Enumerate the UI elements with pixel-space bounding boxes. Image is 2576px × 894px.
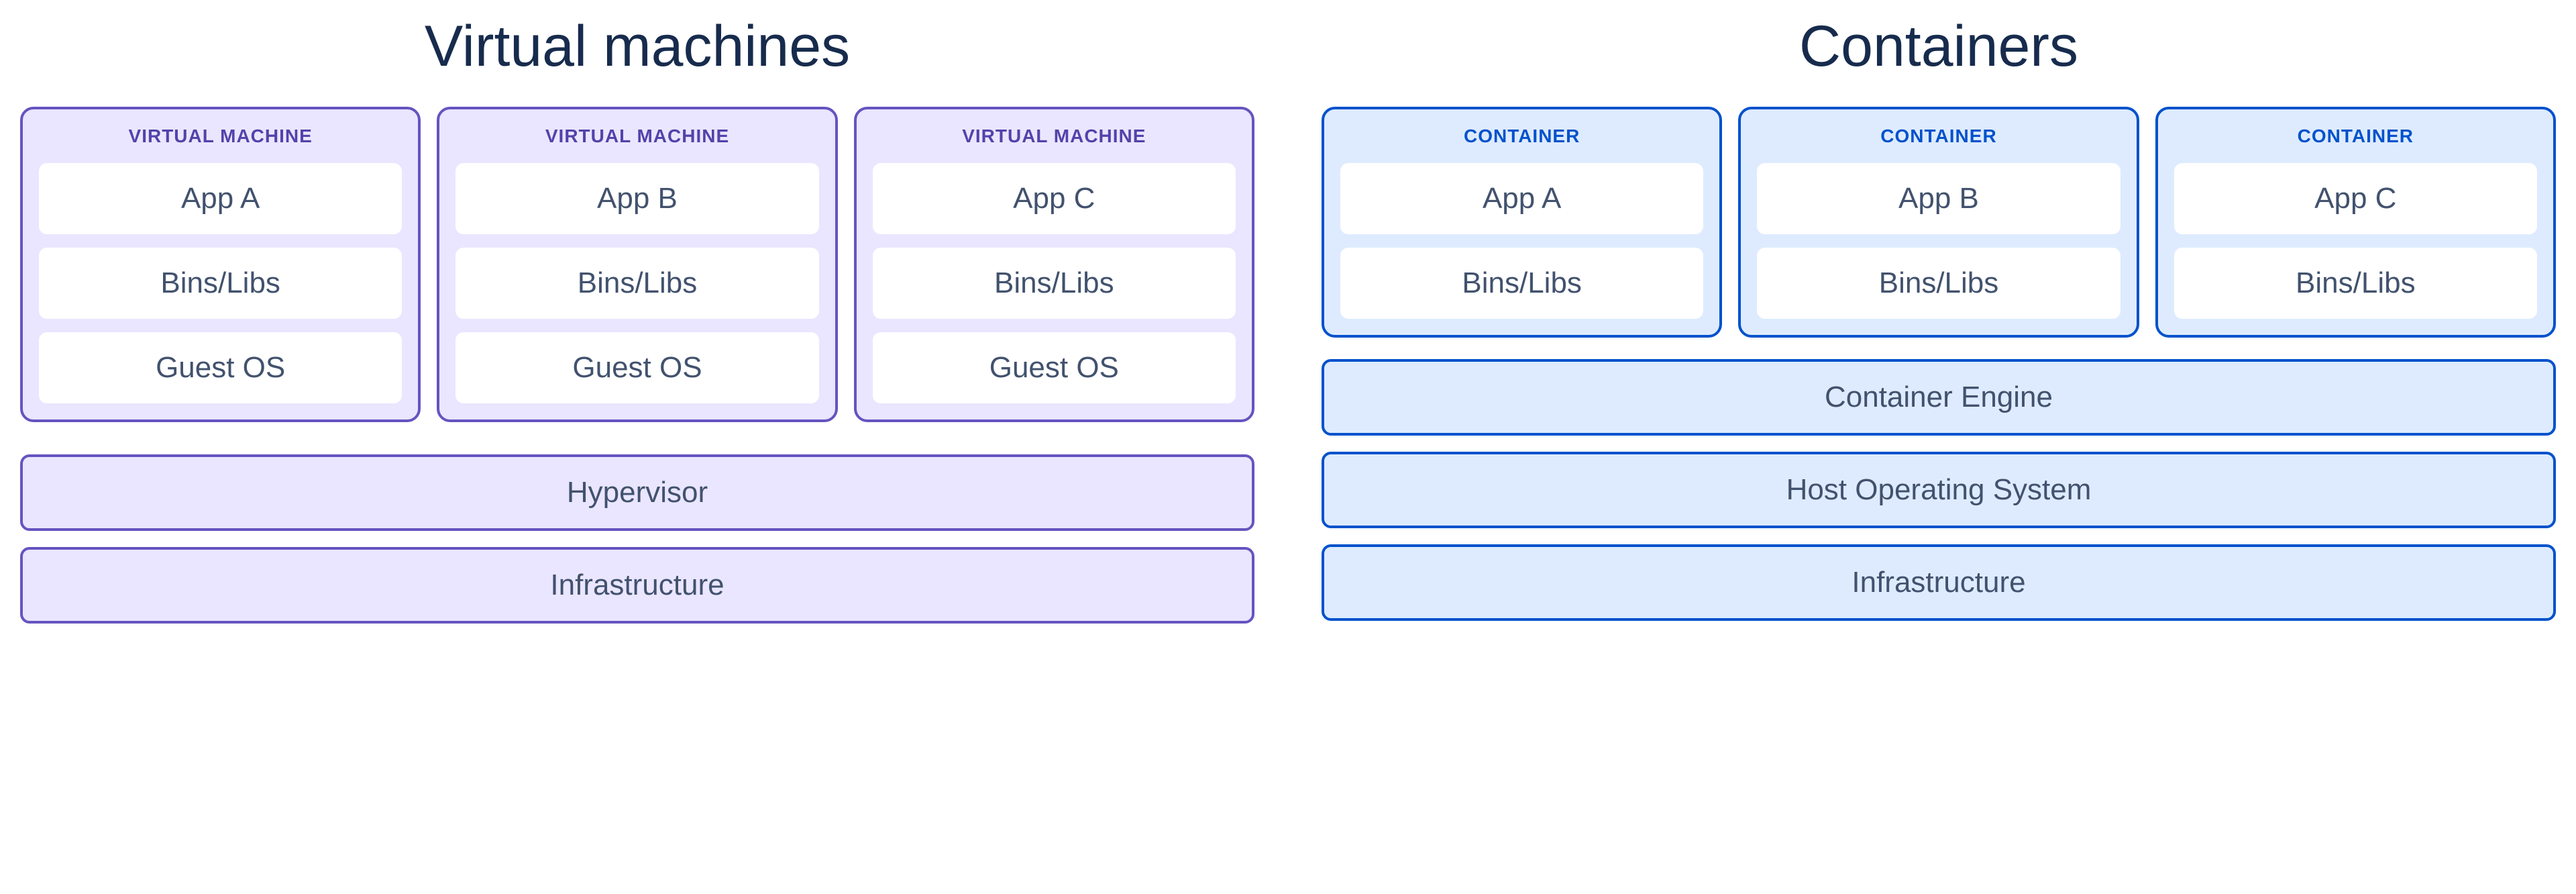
- vm-unit-label: VIRTUAL MACHINE: [455, 126, 818, 147]
- ct-title: Containers: [1322, 13, 2556, 80]
- ct-bins-cell: Bins/Libs: [1757, 248, 2120, 319]
- vm-unit: VIRTUAL MACHINE App C Bins/Libs Guest OS: [854, 107, 1254, 422]
- vm-unit: VIRTUAL MACHINE App B Bins/Libs Guest OS: [437, 107, 837, 422]
- ct-layer-infrastructure: Infrastructure: [1322, 544, 2556, 621]
- ct-bins-cell: Bins/Libs: [2174, 248, 2537, 319]
- ct-layer-engine: Container Engine: [1322, 359, 2556, 436]
- ct-app-cell: App A: [1340, 163, 1703, 234]
- diagram-container: Virtual machines VIRTUAL MACHINE App A B…: [20, 13, 2556, 640]
- vm-app-cell: App A: [39, 163, 402, 234]
- ct-app-cell: App C: [2174, 163, 2537, 234]
- ct-column: Containers CONTAINER App A Bins/Libs CON…: [1322, 13, 2556, 640]
- vm-os-cell: Guest OS: [455, 332, 818, 403]
- ct-unit: CONTAINER App B Bins/Libs: [1738, 107, 2139, 338]
- vm-bins-cell: Bins/Libs: [455, 248, 818, 319]
- ct-app-cell: App B: [1757, 163, 2120, 234]
- vm-column: Virtual machines VIRTUAL MACHINE App A B…: [20, 13, 1254, 640]
- ct-unit: CONTAINER App A Bins/Libs: [1322, 107, 1722, 338]
- vm-unit-label: VIRTUAL MACHINE: [39, 126, 402, 147]
- vm-unit-label: VIRTUAL MACHINE: [873, 126, 1236, 147]
- ct-unit-label: CONTAINER: [2174, 126, 2537, 147]
- vm-title: Virtual machines: [20, 13, 1254, 80]
- ct-unit: CONTAINER App C Bins/Libs: [2155, 107, 2556, 338]
- vm-layer-infrastructure: Infrastructure: [20, 547, 1254, 624]
- vm-app-cell: App B: [455, 163, 818, 234]
- vm-units-row: VIRTUAL MACHINE App A Bins/Libs Guest OS…: [20, 107, 1254, 422]
- vm-unit: VIRTUAL MACHINE App A Bins/Libs Guest OS: [20, 107, 421, 422]
- ct-bins-cell: Bins/Libs: [1340, 248, 1703, 319]
- ct-units-row: CONTAINER App A Bins/Libs CONTAINER App …: [1322, 107, 2556, 338]
- ct-unit-label: CONTAINER: [1757, 126, 2120, 147]
- ct-unit-label: CONTAINER: [1340, 126, 1703, 147]
- ct-layer-host-os: Host Operating System: [1322, 452, 2556, 528]
- vm-os-cell: Guest OS: [39, 332, 402, 403]
- vm-app-cell: App C: [873, 163, 1236, 234]
- vm-os-cell: Guest OS: [873, 332, 1236, 403]
- vm-layer-hypervisor: Hypervisor: [20, 454, 1254, 531]
- vm-bins-cell: Bins/Libs: [873, 248, 1236, 319]
- vm-bins-cell: Bins/Libs: [39, 248, 402, 319]
